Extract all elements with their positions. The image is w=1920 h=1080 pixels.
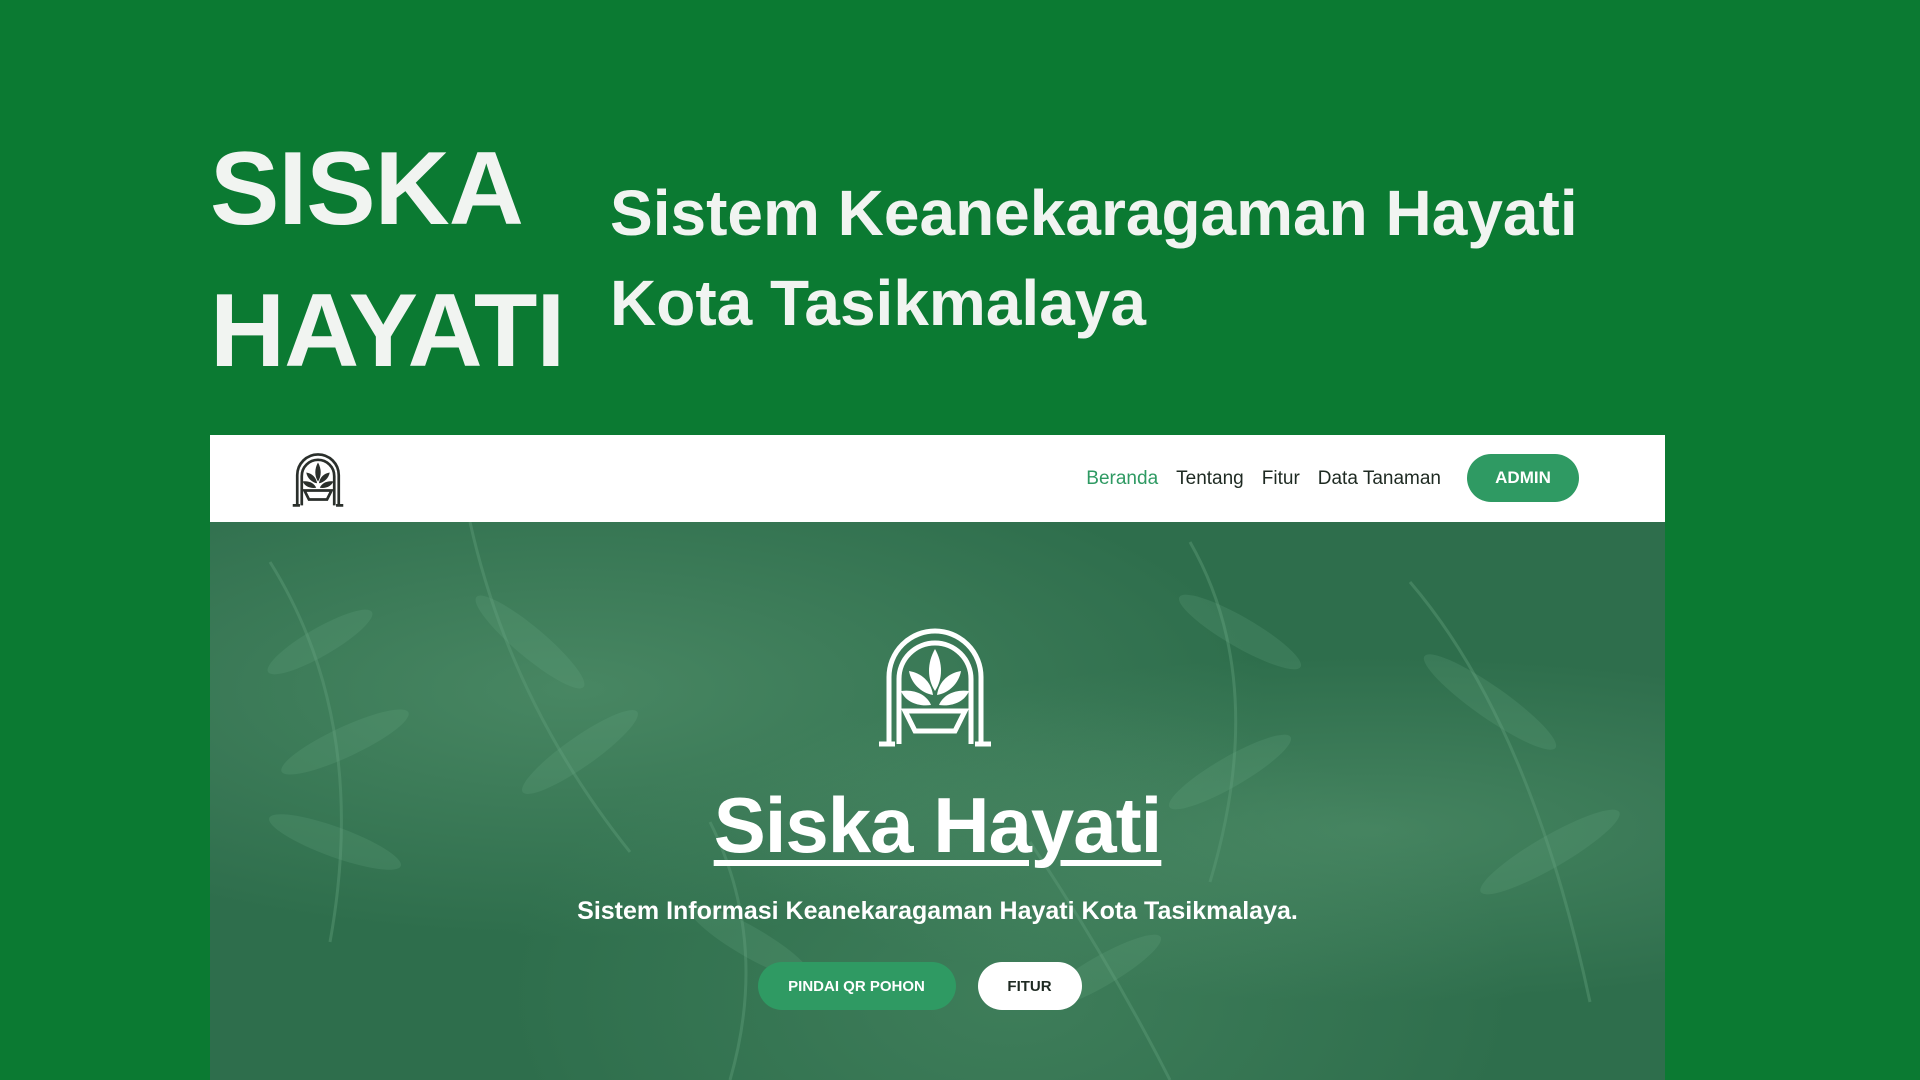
- nav-link-beranda[interactable]: Beranda: [1086, 468, 1158, 490]
- hero-subtitle: Sistem Informasi Keanekaragaman Hayati K…: [577, 897, 1298, 925]
- headline-line-1: SISKA: [210, 131, 524, 247]
- hero-button-row: PINDAI QR POHON FITUR: [210, 962, 1665, 1010]
- nav-link-tentang[interactable]: Tentang: [1176, 468, 1244, 490]
- scan-qr-button[interactable]: PINDAI QR POHON: [757, 962, 956, 1010]
- hero-title-text: Siska Hayati: [713, 781, 1163, 869]
- features-button[interactable]: FITUR: [977, 962, 1082, 1010]
- nav-link-fitur[interactable]: Fitur: [1262, 468, 1300, 490]
- banner-tagline: Sistem Keanekaragaman Hayati Kota Tasikm…: [610, 168, 1578, 348]
- tagline-line-2: Kota Tasikmalaya: [610, 267, 1146, 339]
- plant-pot-logo-icon: [879, 628, 991, 747]
- nav-link-data-tanaman[interactable]: Data Tanaman: [1318, 468, 1441, 490]
- banner-headline: SISKA HAYATI: [210, 118, 565, 402]
- plant-pot-logo-icon[interactable]: [290, 449, 346, 509]
- hero-title: Siska Hayati: [210, 780, 1665, 870]
- tagline-line-1: Sistem Keanekaragaman Hayati: [610, 177, 1578, 249]
- hero-section: Siska Hayati Sistem Informasi Keanekarag…: [210, 522, 1665, 1080]
- nav-links: Beranda Tentang Fitur Data Tanaman: [1086, 435, 1441, 522]
- navbar: Beranda Tentang Fitur Data Tanaman ADMIN: [210, 435, 1665, 522]
- admin-button[interactable]: ADMIN: [1467, 454, 1579, 502]
- website-preview: Beranda Tentang Fitur Data Tanaman ADMIN: [210, 435, 1665, 1080]
- headline-line-2: HAYATI: [210, 273, 565, 389]
